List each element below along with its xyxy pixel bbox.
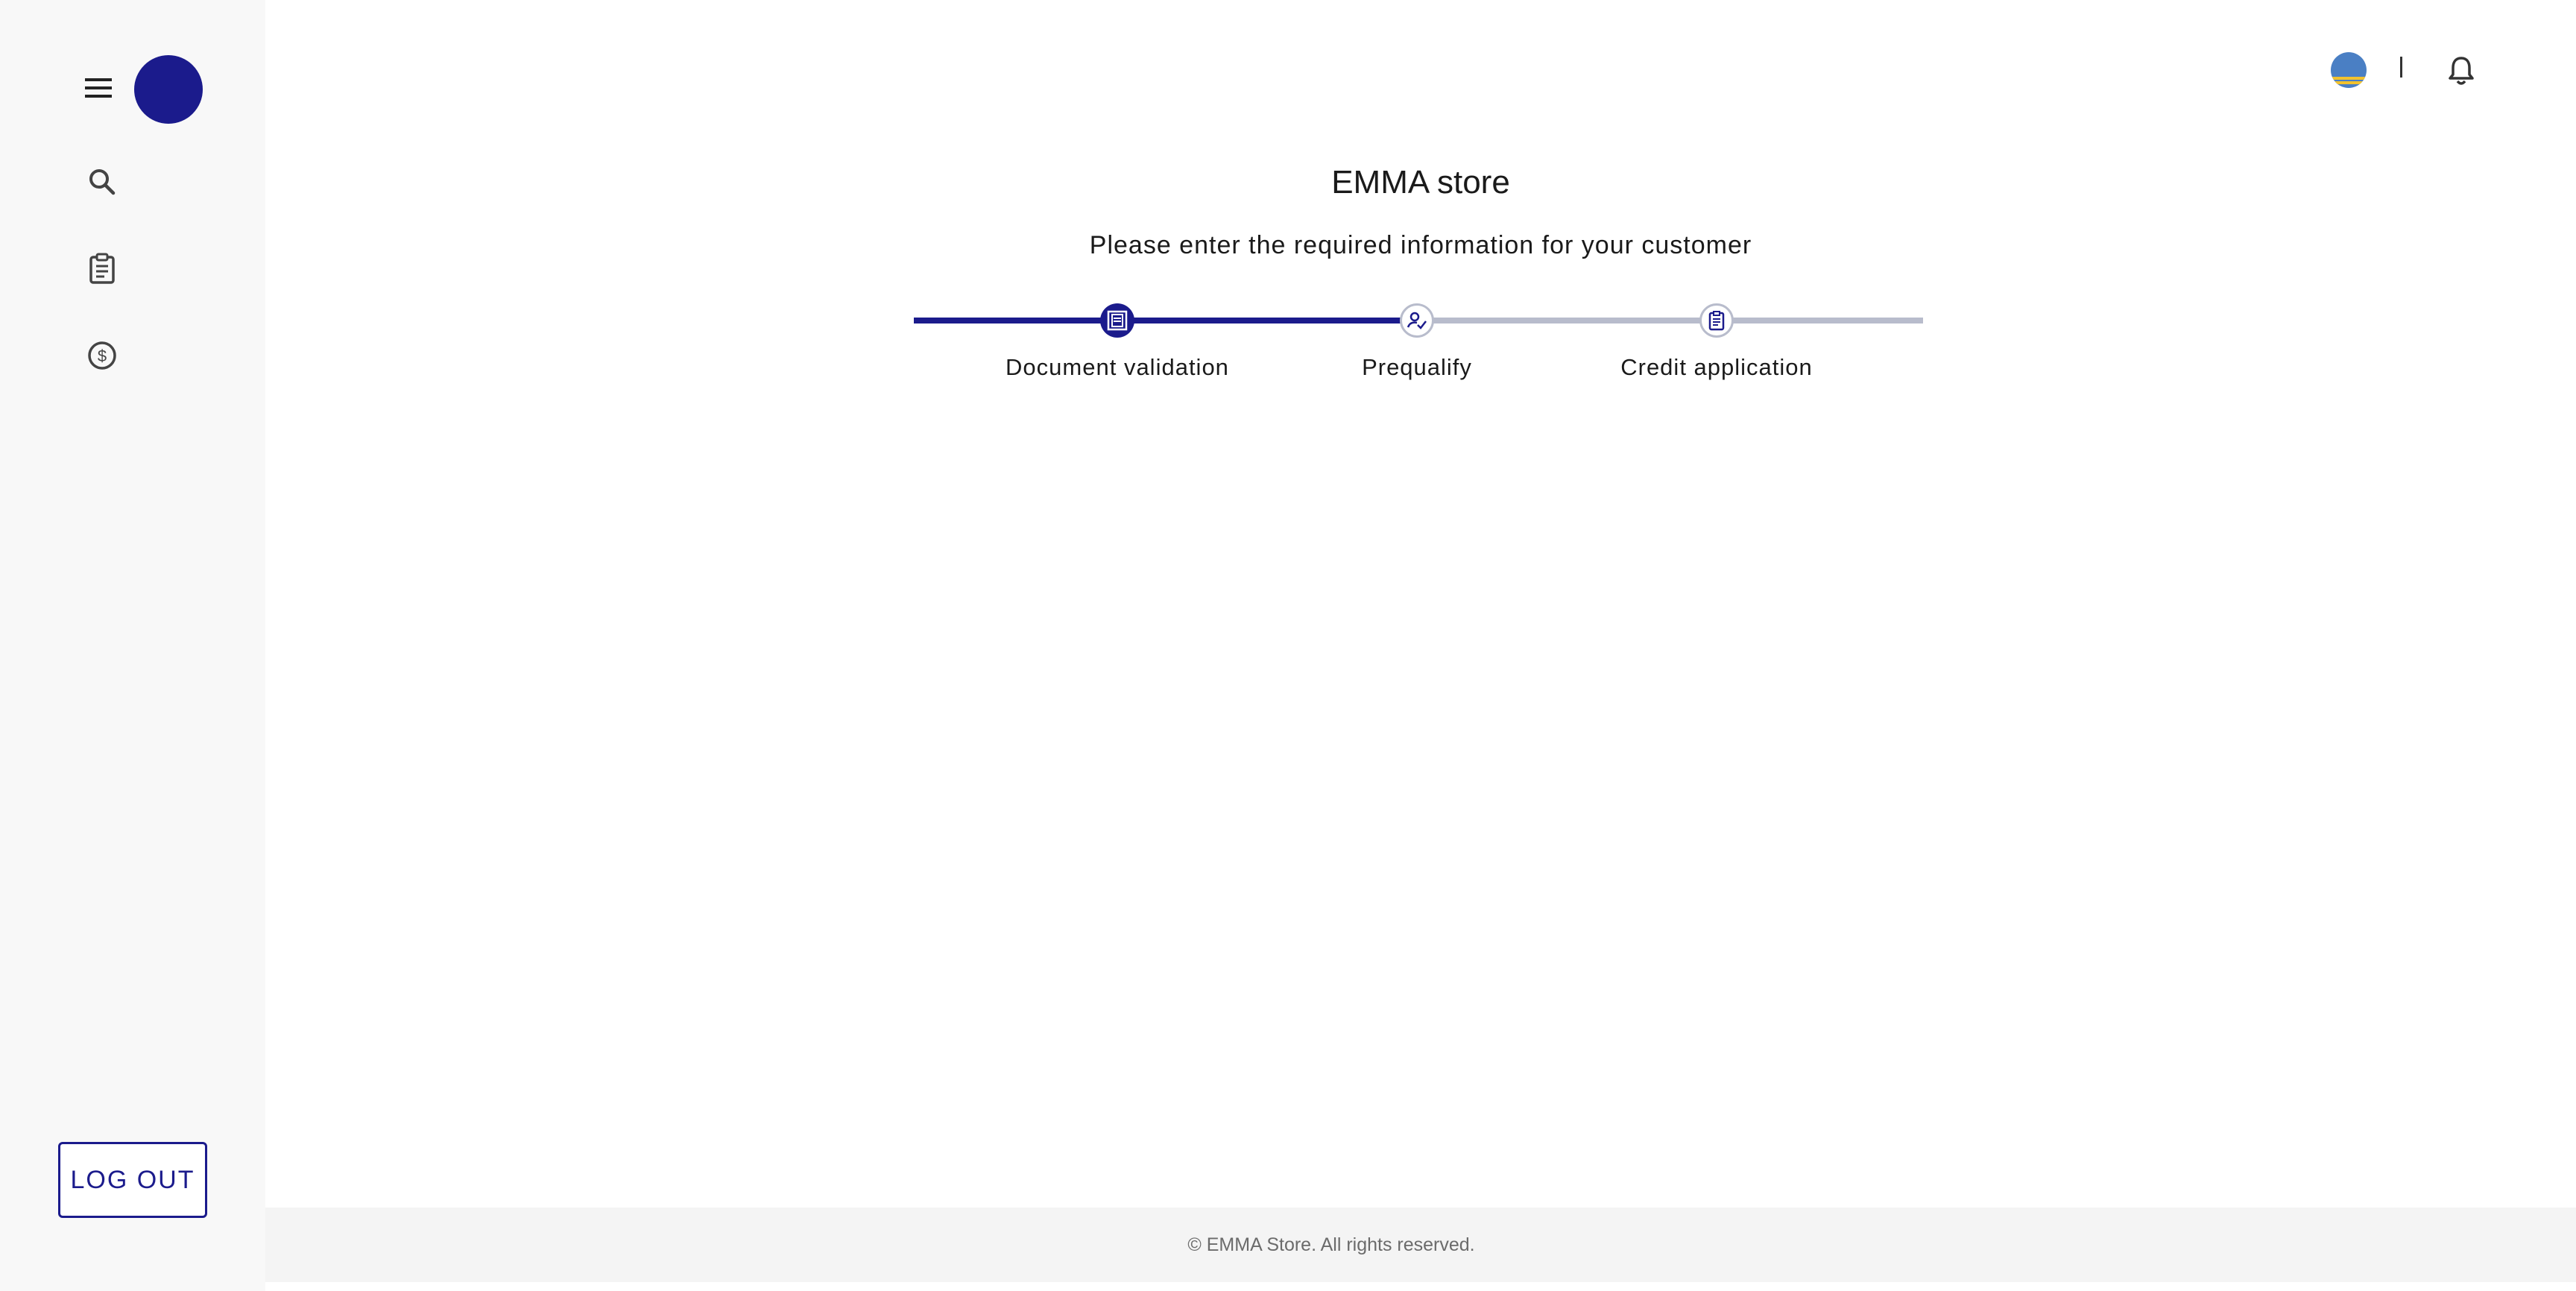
search-icon[interactable] bbox=[83, 164, 121, 201]
svg-text:$: $ bbox=[98, 347, 107, 365]
step-label-document-validation: Document validation bbox=[1006, 354, 1229, 380]
clipboard-icon[interactable] bbox=[83, 250, 121, 287]
clipboard-icon bbox=[1708, 311, 1725, 331]
sidebar: $ LOG OUT bbox=[0, 0, 265, 1291]
dollar-icon[interactable]: $ bbox=[83, 337, 121, 374]
step-prequalify[interactable] bbox=[1400, 303, 1434, 338]
footer: © EMMA Store. All rights reserved. bbox=[265, 1208, 2576, 1282]
footer-copyright: © EMMA Store. All rights reserved. bbox=[1187, 1234, 1475, 1255]
stepper-track-complete bbox=[914, 318, 1419, 323]
page-subtitle: Please enter the required information fo… bbox=[1089, 231, 1752, 259]
step-document-validation[interactable] bbox=[1100, 303, 1134, 338]
step-label-credit-application: Credit application bbox=[1620, 354, 1813, 380]
progress-stepper: Document validation Prequalify Credit ap… bbox=[914, 294, 1923, 391]
stepper-track-pending bbox=[1419, 318, 1923, 323]
bell-icon[interactable] bbox=[2443, 52, 2479, 88]
menu-icon[interactable] bbox=[80, 72, 118, 104]
page-title: EMMA store bbox=[1331, 164, 1510, 201]
user-check-icon bbox=[1407, 312, 1427, 329]
language-flag-icon[interactable] bbox=[2331, 52, 2367, 88]
logout-button[interactable]: LOG OUT bbox=[58, 1142, 207, 1218]
step-label-prequalify: Prequalify bbox=[1362, 354, 1472, 380]
step-credit-application[interactable] bbox=[1699, 303, 1734, 338]
header-divider bbox=[2400, 57, 2402, 78]
document-scan-icon bbox=[1107, 310, 1128, 331]
avatar[interactable] bbox=[134, 55, 203, 124]
